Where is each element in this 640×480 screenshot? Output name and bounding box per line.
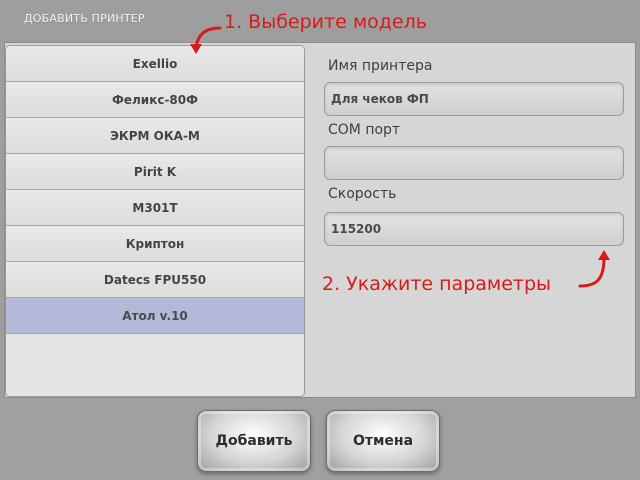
model-item-pirit[interactable]: Pirit K bbox=[6, 154, 304, 190]
model-item-exellio[interactable]: Exellio bbox=[6, 46, 304, 82]
annotation-step2: 2. Укажите параметры bbox=[322, 273, 552, 295]
annotation-step1: 1. Выберите модель bbox=[224, 11, 427, 33]
model-item-feliks[interactable]: Феликс-80Ф bbox=[6, 82, 304, 118]
com-port-input[interactable] bbox=[324, 146, 624, 180]
model-item-kripton[interactable]: Криптон bbox=[6, 226, 304, 262]
com-port-label: COM порт bbox=[328, 122, 401, 138]
printer-name-label: Имя принтера bbox=[328, 58, 433, 74]
speed-label: Скорость bbox=[328, 186, 397, 202]
speed-input[interactable] bbox=[324, 212, 624, 246]
add-button[interactable]: Добавить bbox=[197, 410, 311, 472]
dialog-title: ДОБАВИТЬ ПРИНТЕР bbox=[24, 12, 145, 25]
annotation-arrow-1-icon bbox=[190, 26, 222, 54]
annotation-arrow-2-icon bbox=[578, 250, 610, 288]
footer-bar bbox=[0, 398, 640, 480]
model-list[interactable]: Exellio Феликс-80Ф ЭКРМ ОКА-М Pirit K M3… bbox=[5, 45, 305, 397]
printer-name-input[interactable] bbox=[324, 82, 624, 116]
model-item-datecs[interactable]: Datecs FPU550 bbox=[6, 262, 304, 298]
model-item-atol[interactable]: Атол v.10 bbox=[6, 298, 304, 334]
cancel-button[interactable]: Отмена bbox=[326, 410, 440, 472]
model-item-m301t[interactable]: M301T bbox=[6, 190, 304, 226]
model-item-ekrm-oka[interactable]: ЭКРМ ОКА-М bbox=[6, 118, 304, 154]
